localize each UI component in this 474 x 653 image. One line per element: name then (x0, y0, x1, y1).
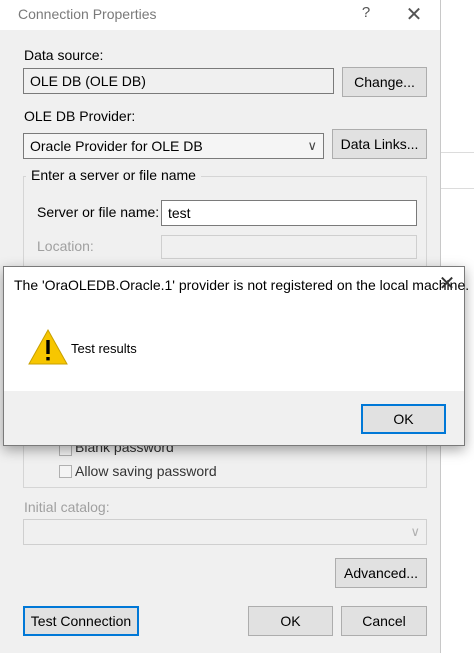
test-results-text: Test results (71, 341, 137, 356)
ok-button[interactable]: OK (248, 606, 333, 636)
provider-select[interactable]: Oracle Provider for OLE DB ∨ (23, 133, 324, 159)
server-input[interactable]: test (161, 200, 417, 226)
data-links-button[interactable]: Data Links... (332, 129, 427, 159)
message-ok-button[interactable]: OK (361, 404, 446, 434)
message-box-footer: OK (4, 391, 464, 445)
initial-catalog-label: Initial catalog: (24, 499, 110, 515)
error-message-text: The 'OraOLEDB.Oracle.1' provider is not … (14, 277, 470, 293)
chevron-down-icon: ∨ (307, 138, 317, 153)
server-label: Server or file name: (37, 204, 160, 220)
error-message-box: The 'OraOLEDB.Oracle.1' provider is not … (3, 266, 469, 446)
test-connection-button[interactable]: Test Connection (23, 606, 139, 636)
help-button[interactable]: ? (352, 4, 380, 26)
provider-selected-value: Oracle Provider for OLE DB (30, 138, 203, 154)
change-button[interactable]: Change... (342, 67, 427, 97)
allow-saving-password-checkbox[interactable] (59, 465, 72, 478)
advanced-button[interactable]: Advanced... (335, 558, 427, 588)
location-label: Location: (37, 238, 94, 254)
warning-icon (28, 329, 68, 365)
provider-label: OLE DB Provider: (24, 108, 136, 124)
location-input[interactable] (161, 235, 417, 259)
allow-saving-password-label: Allow saving password (75, 463, 217, 479)
data-source-label: Data source: (24, 47, 104, 63)
close-icon[interactable]: ✕ (434, 273, 460, 295)
title-bar: Connection Properties ? ✕ (0, 0, 440, 30)
close-button[interactable]: ✕ (398, 2, 430, 28)
server-group-legend: Enter a server or file name (26, 167, 201, 183)
data-source-field: OLE DB (OLE DB) (23, 68, 334, 94)
window-title: Connection Properties (18, 6, 157, 22)
initial-catalog-select[interactable]: ∨ (23, 519, 427, 545)
chevron-down-icon: ∨ (410, 524, 420, 539)
cancel-button[interactable]: Cancel (341, 606, 427, 636)
